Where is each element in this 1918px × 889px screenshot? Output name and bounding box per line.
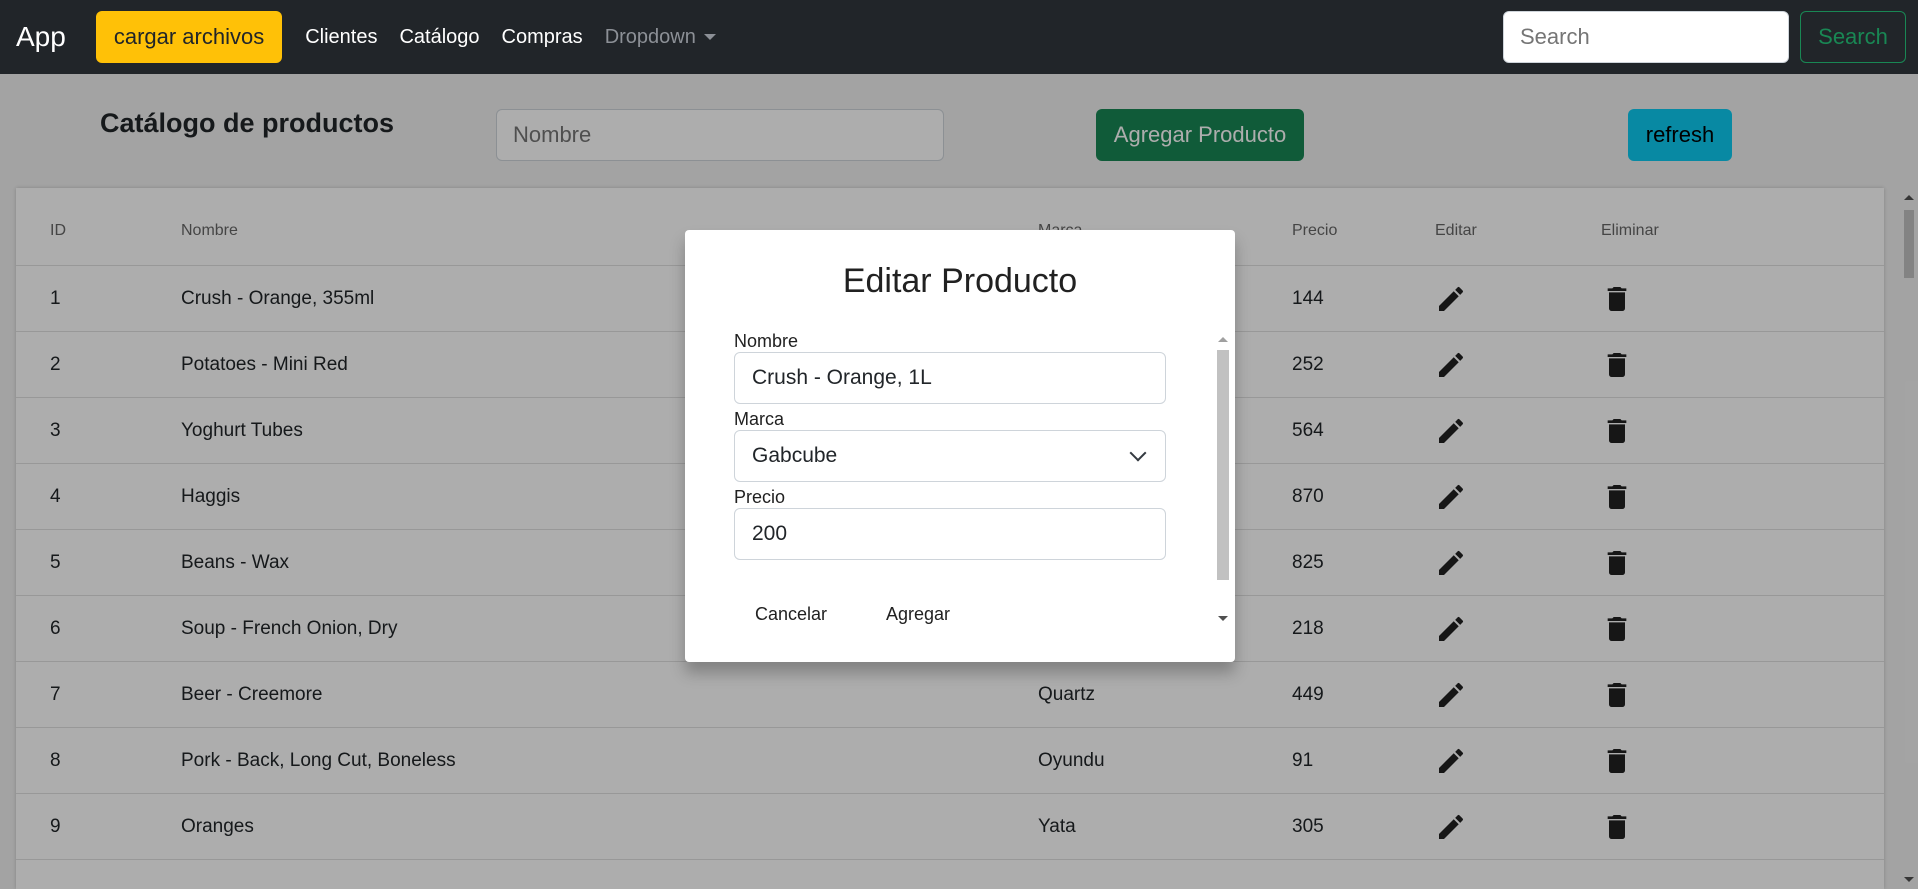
product-name-input[interactable] [734, 352, 1166, 404]
nav-link-compras[interactable]: Compras [502, 26, 583, 49]
nav-dropdown[interactable]: Dropdown [605, 26, 716, 49]
chevron-down-icon [1129, 444, 1147, 462]
nav-link-catalogo[interactable]: Catálogo [399, 26, 479, 49]
dialog-scrollbar[interactable] [1214, 330, 1232, 628]
dialog-scroll-up-icon[interactable] [1218, 337, 1228, 342]
price-label: Precio [734, 487, 786, 507]
nav-dropdown-label: Dropdown [604, 25, 696, 48]
upload-files-button[interactable]: cargar archivos [95, 11, 283, 63]
cancel-button[interactable]: Cancelar [749, 596, 833, 632]
dialog-scroll-down-icon[interactable] [1218, 616, 1228, 621]
caret-down-icon [703, 34, 716, 41]
brand-select-value: Gabcube [752, 444, 838, 467]
name-label: Nombre [734, 331, 799, 351]
brand-select[interactable]: Gabcube [734, 430, 1166, 482]
dialog-form: Nombre Marca Gabcube Precio [734, 330, 1166, 560]
navbar-search-input[interactable] [1503, 11, 1789, 63]
submit-button[interactable]: Agregar [880, 596, 956, 632]
brand-label: Marca [734, 409, 785, 429]
product-price-input[interactable] [734, 508, 1166, 560]
navbar-search-button[interactable]: Search [1800, 11, 1906, 63]
brand-logo[interactable]: App [16, 21, 66, 53]
dialog-scrollbar-thumb[interactable] [1217, 350, 1229, 580]
top-navbar: App cargar archivos Clientes Catálogo Co… [0, 0, 1918, 74]
dialog-title: Editar Producto [842, 262, 1078, 300]
nav-link-clientes[interactable]: Clientes [305, 26, 377, 49]
